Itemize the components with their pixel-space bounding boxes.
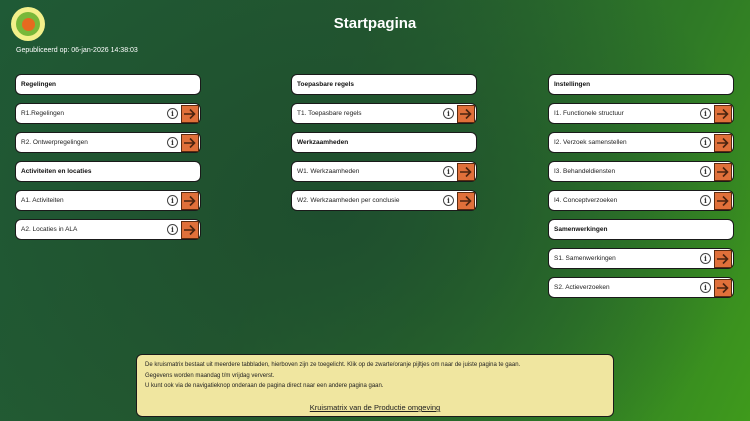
nav-item-label: R1.Regelingen <box>21 110 65 117</box>
arrow-right-icon[interactable] <box>181 104 199 123</box>
nav-item-r2[interactable]: R2. Ontwerpregelingen i <box>15 132 201 153</box>
section-header-samenwerkingen: Samenwerkingen <box>548 219 734 240</box>
info-icon[interactable]: i <box>443 166 454 177</box>
nav-item-w1[interactable]: W1. Werkzaamheden i <box>291 161 477 182</box>
nav-item-w2[interactable]: W2. Werkzaamheden per conclusie i <box>291 190 477 211</box>
info-icon[interactable]: i <box>700 253 711 264</box>
nav-item-label: I1. Functionele structuur <box>554 110 624 117</box>
info-icon[interactable]: i <box>167 108 178 119</box>
info-icon[interactable]: i <box>700 137 711 148</box>
info-icon[interactable]: i <box>443 195 454 206</box>
nav-item-label: W2. Werkzaamheden per conclusie <box>297 197 400 204</box>
nav-item-label: R2. Ontwerpregelingen <box>21 139 88 146</box>
info-icon[interactable]: i <box>443 108 454 119</box>
arrow-right-icon[interactable] <box>181 191 199 210</box>
arrow-right-icon[interactable] <box>181 220 199 239</box>
nav-item-i3[interactable]: I3. Behandeldiensten i <box>548 161 734 182</box>
info-icon[interactable]: i <box>167 195 178 206</box>
arrow-right-icon[interactable] <box>714 133 732 152</box>
nav-item-a1[interactable]: A1. Activiteiten i <box>15 190 201 211</box>
info-text-2: Gegevens worden maandag t/m vrijdag verv… <box>145 372 275 379</box>
nav-item-label: I4. Conceptverzoeken <box>554 197 618 204</box>
published-timestamp: Gepubliceerd op: 06-jan-2026 14:38:03 <box>16 47 138 54</box>
section-header-instellingen: Instellingen <box>548 74 734 95</box>
nav-item-label: A2. Locaties in ALA <box>21 226 78 233</box>
arrow-right-icon[interactable] <box>457 162 475 181</box>
arrow-right-icon[interactable] <box>714 162 732 181</box>
nav-item-label: T1. Toepasbare regels <box>297 110 362 117</box>
section-header-toepasbare-regels: Toepasbare regels <box>291 74 477 95</box>
arrow-right-icon[interactable] <box>457 191 475 210</box>
section-header-werkzaamheden: Werkzaamheden <box>291 132 477 153</box>
info-icon[interactable]: i <box>700 282 711 293</box>
nav-item-label: I3. Behandeldiensten <box>554 168 616 175</box>
nav-item-s1[interactable]: S1. Samenwerkingen i <box>548 248 734 269</box>
nav-item-s2[interactable]: S2. Actieverzoeken i <box>548 277 734 298</box>
column-1: Regelingen R1.Regelingen i R2. Ontwerpre… <box>15 74 201 248</box>
column-2: Toepasbare regels T1. Toepasbare regels … <box>291 74 477 219</box>
nav-item-i4[interactable]: I4. Conceptverzoeken i <box>548 190 734 211</box>
nav-item-i2[interactable]: I2. Verzoek samenstellen i <box>548 132 734 153</box>
info-text-1: De kruismatrix bestaat uit meerdere tabb… <box>145 362 521 368</box>
arrow-right-icon[interactable] <box>714 278 732 297</box>
info-icon[interactable]: i <box>167 137 178 148</box>
arrow-right-icon[interactable] <box>457 104 475 123</box>
info-panel: De kruismatrix bestaat uit meerdere tabb… <box>136 354 614 417</box>
info-icon[interactable]: i <box>700 166 711 177</box>
nav-item-label: S1. Samenwerkingen <box>554 255 616 262</box>
arrow-right-icon[interactable] <box>714 104 732 123</box>
arrow-right-icon[interactable] <box>181 133 199 152</box>
nav-item-t1[interactable]: T1. Toepasbare regels i <box>291 103 477 124</box>
nav-item-i1[interactable]: I1. Functionele structuur i <box>548 103 734 124</box>
section-header-regelingen: Regelingen <box>15 74 201 95</box>
nav-item-label: A1. Activiteiten <box>21 197 64 204</box>
column-3: Instellingen I1. Functionele structuur i… <box>548 74 734 306</box>
nav-item-label: W1. Werkzaamheden <box>297 168 360 175</box>
arrow-right-icon[interactable] <box>714 249 732 268</box>
nav-item-label: S2. Actieverzoeken <box>554 284 610 291</box>
info-icon[interactable]: i <box>167 224 178 235</box>
info-icon[interactable]: i <box>700 108 711 119</box>
section-header-activiteiten: Activiteiten en locaties <box>15 161 201 182</box>
info-text-3: U kunt ook via de navigatieknop onderaan… <box>145 383 384 389</box>
info-icon[interactable]: i <box>700 195 711 206</box>
nav-item-label: I2. Verzoek samenstellen <box>554 139 627 146</box>
production-link[interactable]: Kruismatrix van de Productie omgeving <box>137 403 613 412</box>
arrow-right-icon[interactable] <box>714 191 732 210</box>
nav-item-a2[interactable]: A2. Locaties in ALA i <box>15 219 201 240</box>
nav-item-r1[interactable]: R1.Regelingen i <box>15 103 201 124</box>
page-title: Startpagina <box>333 15 417 32</box>
